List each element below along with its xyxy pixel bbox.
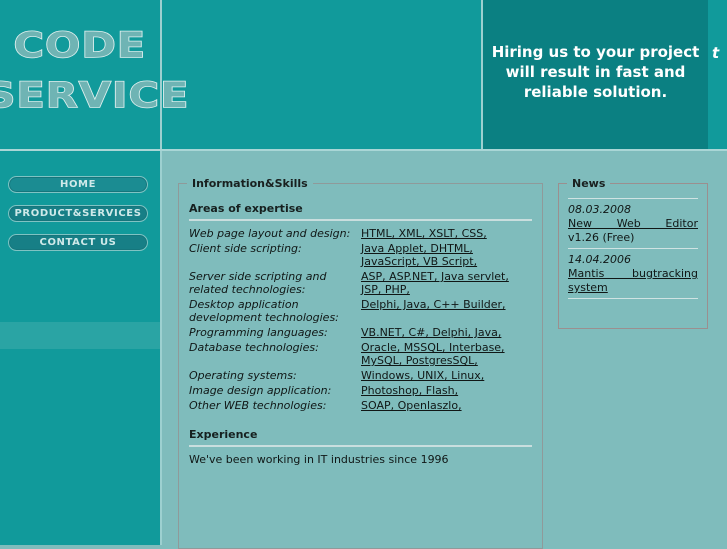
sidebar-item-products-services[interactable]: PRODUCT&SERVICES — [8, 205, 148, 222]
news-panel: News 08.03.2008 New Web Editor v1.26 (Free… — [558, 177, 708, 329]
skill-value-link[interactable]: Java Applet, DHTML, JavaScript, VB Scrip… — [361, 242, 477, 268]
page-root: CODE SERVICE Hiring us to your project w… — [0, 0, 727, 549]
table-row: Database technologies: Oracle, MSSQL, Int… — [189, 341, 532, 369]
skill-value: Oracle, MSSQL, Interbase, MySQL, Postgre… — [361, 341, 532, 369]
logo-text-line1: CODE — [13, 25, 147, 67]
areas-of-expertise-rule — [189, 219, 532, 221]
sidebar-item-home[interactable]: HOME — [8, 176, 148, 193]
news-subtext: v1.26 (Free) — [568, 231, 635, 244]
skill-label: Other WEB technologies: — [189, 399, 327, 412]
skill-label: Programming languages: — [189, 326, 328, 339]
areas-of-expertise-title: Areas of expertise — [189, 202, 303, 215]
news-item: 14.04.2006 Mantis bugtracking system — [568, 253, 698, 295]
skill-value-link[interactable]: Photoshop, Flash, — [361, 384, 458, 397]
table-row: Operating systems: Windows, UNIX, Linux, — [189, 369, 532, 384]
skill-label: Client side scripting: — [189, 242, 302, 255]
skill-value-link[interactable]: Oracle, MSSQL, Interbase, MySQL, Postgre… — [361, 341, 505, 367]
skill-value: SOAP, Openlaszlo, — [361, 399, 532, 414]
sidebar-item-contact-us[interactable]: CONTACT US — [8, 234, 148, 251]
slogan-next-partial: t — [712, 44, 720, 62]
skill-value-link[interactable]: Delphi, Java, C++ Builder, — [361, 298, 506, 311]
skill-value: Windows, UNIX, Linux, — [361, 369, 532, 384]
skill-value: Java Applet, DHTML, JavaScript, VB Scrip… — [361, 242, 532, 270]
skill-value-link[interactable]: SOAP, Openlaszlo, — [361, 399, 462, 412]
news-date: 08.03.2008 — [568, 203, 631, 216]
experience-rule — [189, 445, 532, 447]
skills-table: Web page layout and design: HTML, XML, XS… — [189, 227, 532, 414]
news-link[interactable]: New Web Editor — [568, 217, 698, 231]
skill-value: HTML, XML, XSLT, CSS, — [361, 227, 532, 242]
table-row: Other WEB technologies: SOAP, Openlaszlo, — [189, 399, 532, 414]
skill-label: Web page layout and design: — [189, 227, 351, 240]
skill-label: Server side scripting and related techno… — [189, 270, 327, 296]
skill-value: VB.NET, C#, Delphi, Java, — [361, 326, 532, 341]
skill-label: Desktop application development technolo… — [189, 298, 339, 324]
logo-text-line2: SERVICE — [0, 75, 190, 117]
news-link[interactable]: Mantis bugtracking system — [568, 267, 698, 295]
main-content: Information&Skills Areas of expertise We… — [162, 151, 727, 549]
experience-text: We've been working in IT industries sinc… — [189, 453, 449, 466]
table-row: Web page layout and design: HTML, XML, XS… — [189, 227, 532, 242]
skill-value: ASP, ASP.NET, Java servlet, JSP, PHP, — [361, 270, 532, 298]
slogan-panel: Hiring us to your project will result in… — [483, 0, 708, 149]
skill-label: Operating systems: — [189, 369, 297, 382]
skill-label: Database technologies: — [189, 341, 319, 354]
skill-value-link[interactable]: ASP, ASP.NET, Java servlet, JSP, PHP, — [361, 270, 509, 296]
site-header: CODE SERVICE Hiring us to your project w… — [0, 0, 727, 151]
skill-value-link[interactable]: VB.NET, C#, Delphi, Java, — [361, 326, 501, 339]
news-rule — [568, 248, 698, 249]
table-row: Client side scripting: Java Applet, DHTML… — [189, 242, 532, 270]
header-logo-divider — [160, 0, 162, 149]
news-rule-top — [568, 198, 698, 199]
skill-value-link[interactable]: Windows, UNIX, Linux, — [361, 369, 484, 382]
skill-value-link[interactable]: HTML, XML, XSLT, CSS, — [361, 227, 487, 240]
table-row: Server side scripting and related techno… — [189, 270, 532, 298]
skill-value: Photoshop, Flash, — [361, 384, 532, 399]
news-legend: News — [572, 177, 606, 190]
experience-title: Experience — [189, 428, 258, 441]
skill-label: Image design application: — [189, 384, 332, 397]
table-row: Image design application: Photoshop, Flas… — [189, 384, 532, 399]
sidebar-active-band — [0, 322, 160, 349]
skill-value: Delphi, Java, C++ Builder, — [361, 298, 532, 326]
table-row: Desktop application development technolo… — [189, 298, 532, 326]
information-skills-panel: Information&Skills Areas of expertise We… — [178, 177, 543, 549]
information-skills-legend: Information&Skills — [192, 177, 308, 190]
news-date: 14.04.2006 — [568, 253, 631, 266]
table-row: Programming languages: VB.NET, C#, Delphi… — [189, 326, 532, 341]
site-logo[interactable]: CODE SERVICE — [0, 0, 189, 149]
news-rule — [568, 298, 698, 299]
slogan-text: Hiring us to your project will result in… — [491, 43, 700, 101]
news-item: 08.03.2008 New Web Editor v1.26 (Free) — [568, 203, 698, 245]
